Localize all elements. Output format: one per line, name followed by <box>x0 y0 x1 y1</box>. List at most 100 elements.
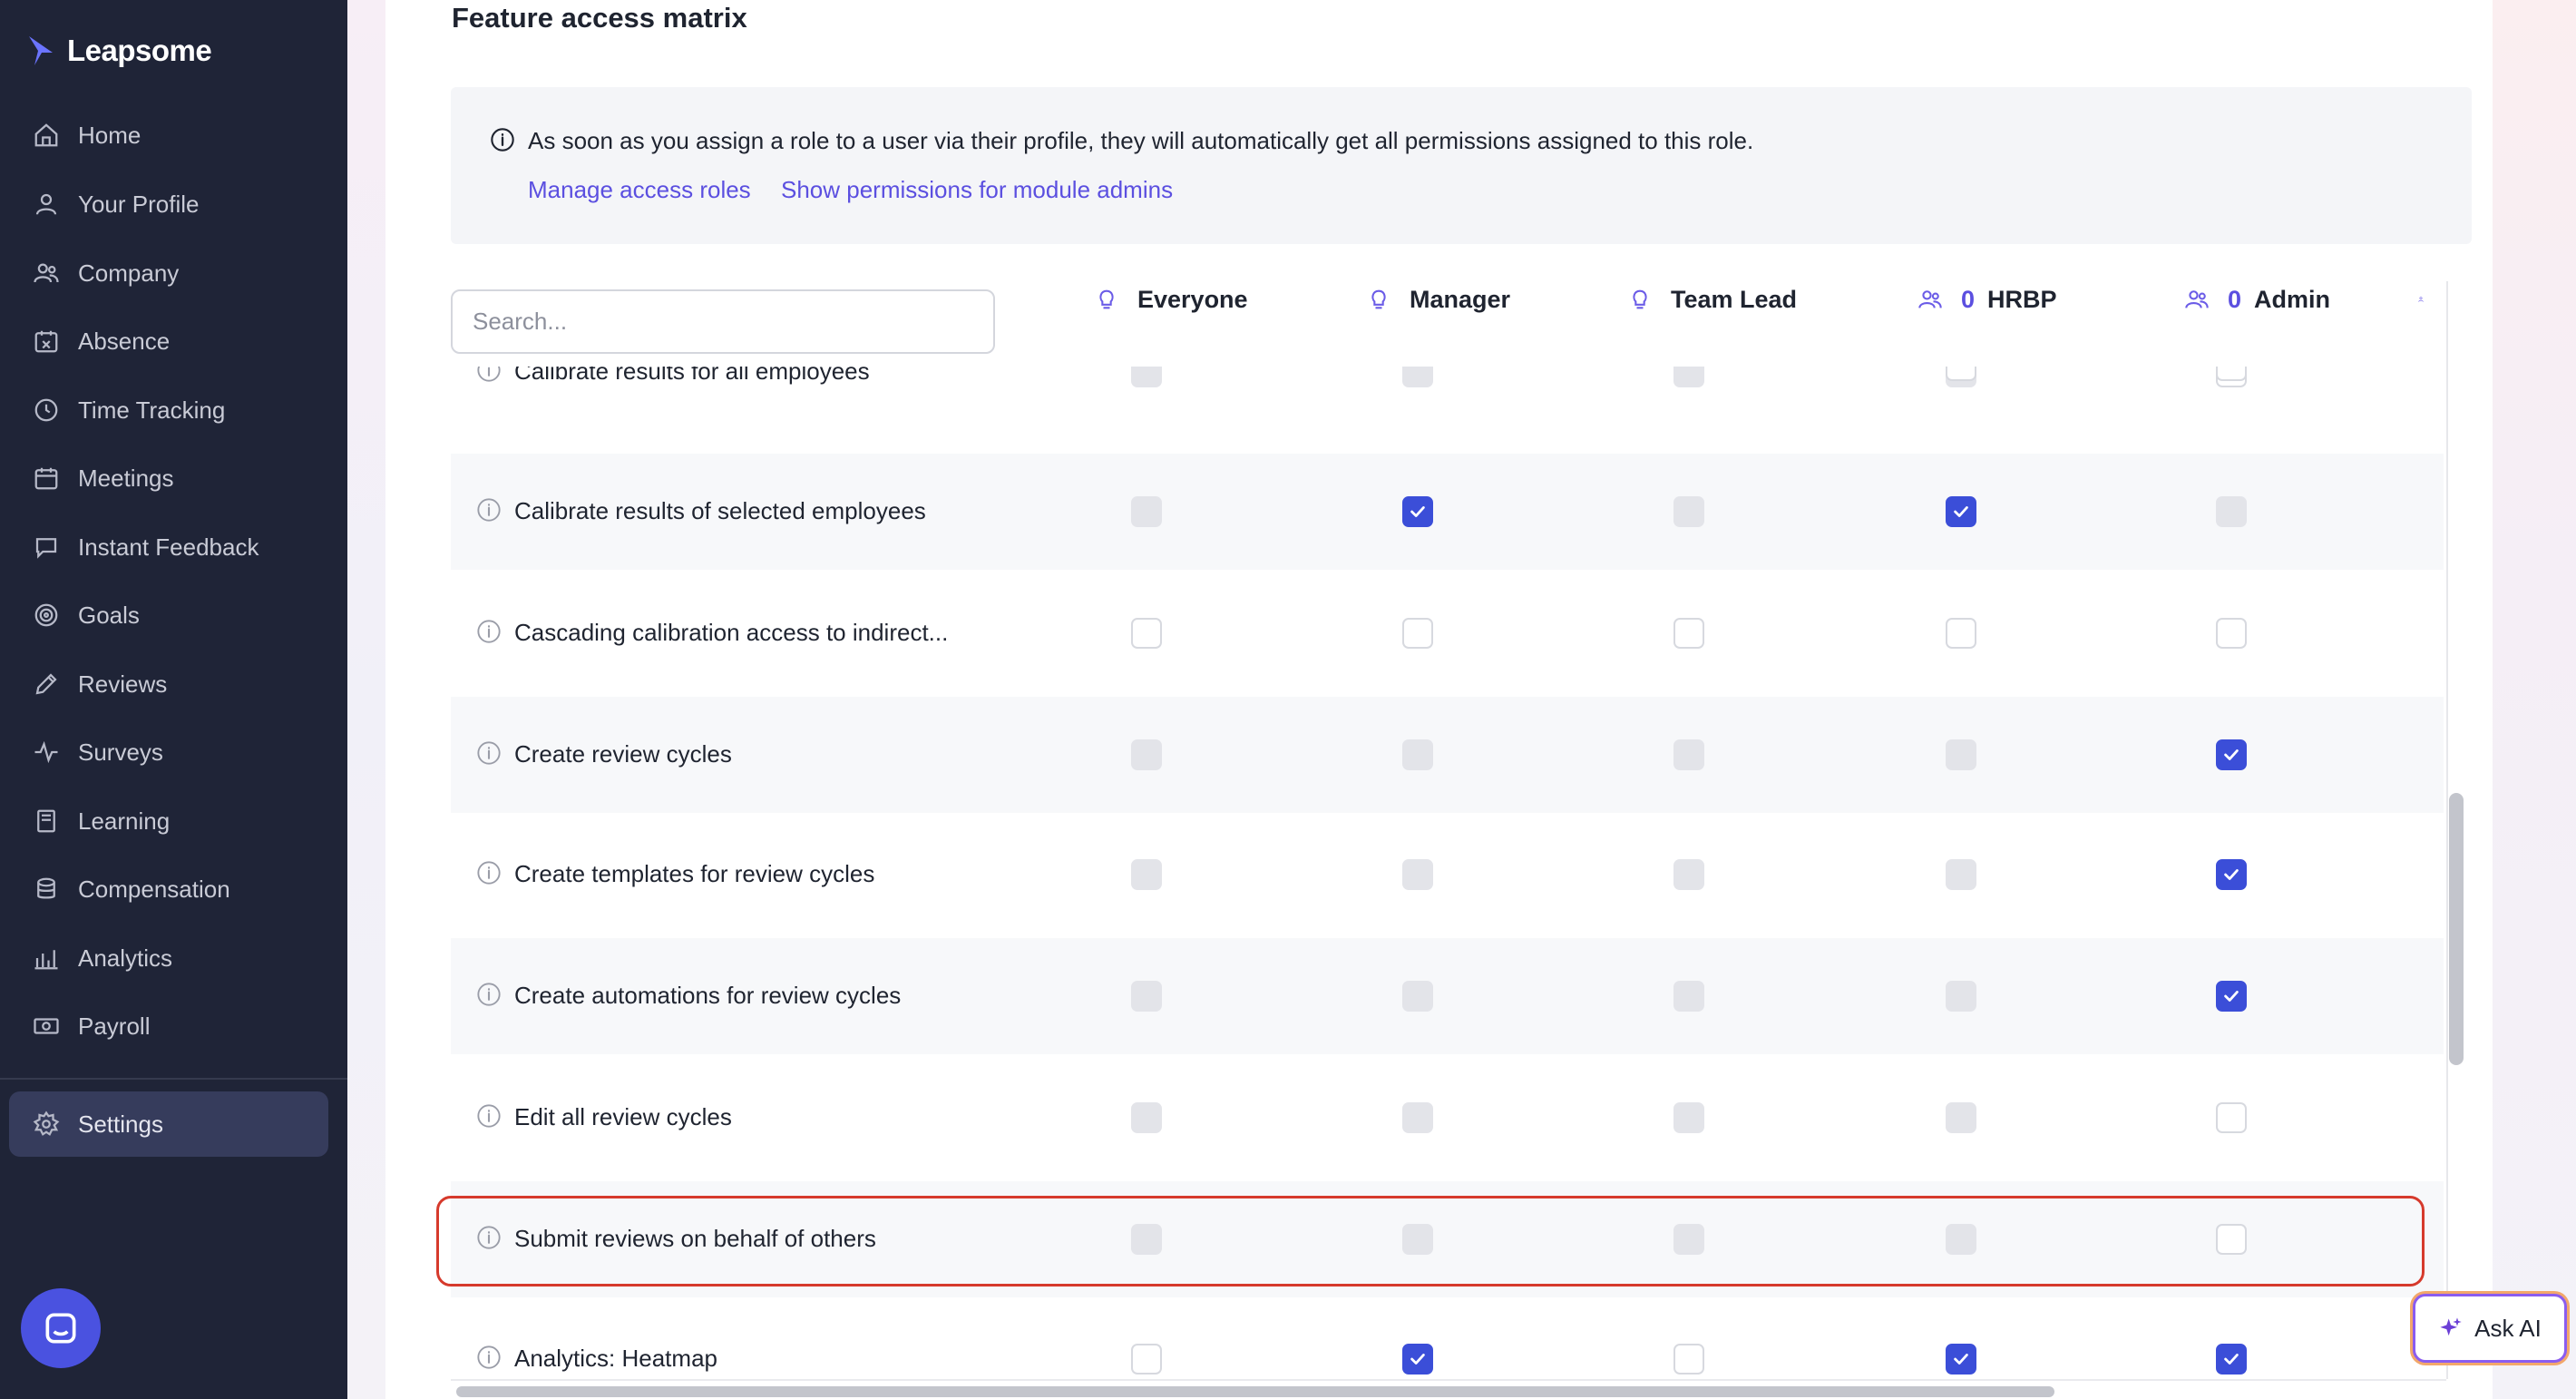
chat-bubble-icon <box>31 532 62 563</box>
info-icon[interactable] <box>476 982 502 1007</box>
permission-checkbox-everyone[interactable] <box>1131 618 1162 649</box>
sidebar-item-company[interactable]: Company <box>9 240 328 306</box>
search-input[interactable] <box>451 289 995 354</box>
checkmark-icon <box>1410 1354 1425 1365</box>
checkmark-icon <box>2224 749 2239 760</box>
users-icon <box>2185 290 2209 308</box>
sidebar-item-settings[interactable]: Settings <box>9 1091 328 1157</box>
permission-checkbox-everyone <box>1131 1102 1162 1133</box>
checkmark-icon <box>1954 1354 1968 1365</box>
sidebar-item-learning[interactable]: Learning <box>9 788 328 854</box>
sidebar-item-reviews[interactable]: Reviews <box>9 651 328 717</box>
permission-checkbox-everyone <box>1131 859 1162 890</box>
bar-chart-icon <box>31 943 62 973</box>
sidebar-item-absence[interactable]: Absence <box>9 308 328 374</box>
info-icon[interactable] <box>476 367 502 383</box>
sidebar-item-surveys[interactable]: Surveys <box>9 719 328 785</box>
permission-checkbox-everyone[interactable] <box>1131 1344 1162 1375</box>
permission-checkbox-everyone <box>1131 496 1162 527</box>
info-icon[interactable] <box>476 1345 502 1370</box>
permission-label: Create templates for review cycles <box>514 860 875 887</box>
permission-checkbox-team-lead <box>1673 739 1704 770</box>
permission-checkbox-hrbp[interactable] <box>1946 496 1976 527</box>
info-text: As soon as you assign a role to a user v… <box>528 127 1754 154</box>
logo[interactable]: Leapsome <box>25 31 212 71</box>
sidebar-item-label: Analytics <box>78 944 173 972</box>
permission-checkbox-manager[interactable] <box>1402 496 1433 527</box>
permission-checkbox-team-lead[interactable] <box>1673 1344 1704 1375</box>
vertical-scrollbar[interactable] <box>2449 793 2464 1065</box>
permission-checkbox-admin <box>2216 496 2247 527</box>
table-row: Create review cycles <box>451 697 2444 813</box>
page-title: Feature access matrix <box>452 2 747 34</box>
permission-checkbox-admin[interactable] <box>2216 367 2247 381</box>
sidebar-item-analytics[interactable]: Analytics <box>9 925 328 991</box>
column-header-next-partial[interactable] <box>2418 281 2444 318</box>
info-icon[interactable] <box>476 860 502 885</box>
member-count: 0 <box>2228 285 2242 313</box>
info-icon[interactable] <box>476 1103 502 1129</box>
banknote-icon <box>31 1011 62 1042</box>
sidebar-item-home[interactable]: Home <box>9 103 328 168</box>
permission-checkbox-manager[interactable] <box>1402 618 1433 649</box>
checkmark-icon <box>1410 506 1425 517</box>
pencil-icon <box>31 669 62 700</box>
permission-label: Calibrate results of selected employees <box>514 497 926 524</box>
info-icon[interactable] <box>476 740 502 766</box>
right-gutter <box>2493 0 2576 1399</box>
permission-checkbox-team-lead <box>1673 859 1704 890</box>
permission-checkbox-admin[interactable] <box>2216 739 2247 770</box>
sidebar-item-goals[interactable]: Goals <box>9 582 328 648</box>
permission-label: Calibrate results for all employees <box>514 367 870 385</box>
column-header-admin[interactable]: 0 Admin <box>2184 281 2330 318</box>
permission-checkbox-manager <box>1402 739 1433 770</box>
permission-checkbox-hrbp[interactable] <box>1946 367 1976 381</box>
sidebar-item-time-tracking[interactable]: Time Tracking <box>9 377 328 443</box>
chat-support-button[interactable] <box>21 1288 101 1368</box>
info-icon <box>491 128 514 152</box>
permission-checkbox-admin[interactable] <box>2216 981 2247 1012</box>
sidebar-item-label: Settings <box>78 1110 163 1138</box>
manage-access-roles-link[interactable]: Manage access roles <box>528 176 751 204</box>
leapsome-logo-icon <box>29 36 53 65</box>
permission-checkbox-hrbp[interactable] <box>1946 618 1976 649</box>
sidebar-item-compensation[interactable]: Compensation <box>9 856 328 922</box>
permission-label: Create automations for review cycles <box>514 982 902 1009</box>
show-module-admin-permissions-link[interactable]: Show permissions for module admins <box>781 176 1173 204</box>
sidebar-item-label: Company <box>78 259 180 287</box>
column-header-team-lead[interactable]: Team Lead <box>1627 281 1797 318</box>
info-icon[interactable] <box>476 497 502 523</box>
sidebar-item-meetings[interactable]: Meetings <box>9 445 328 511</box>
permission-checkbox-admin[interactable] <box>2216 859 2247 890</box>
sidebar-item-payroll[interactable]: Payroll <box>9 993 328 1059</box>
horizontal-scrollbar[interactable] <box>456 1386 2054 1397</box>
permission-checkbox-hrbp <box>1946 981 1976 1012</box>
sidebar-item-instant-feedback[interactable]: Instant Feedback <box>9 514 328 580</box>
column-header-hrbp[interactable]: 0 HRBP <box>1917 281 2057 318</box>
permission-checkbox-admin[interactable] <box>2216 618 2247 649</box>
column-header-manager[interactable]: Manager <box>1366 281 1510 318</box>
table-row: Edit all review cycles <box>451 1060 2444 1176</box>
permission-checkbox-admin[interactable] <box>2216 1102 2247 1133</box>
permission-checkbox-hrbp[interactable] <box>1946 1344 1976 1375</box>
checkmark-icon <box>1954 506 1968 517</box>
home-icon <box>31 120 62 151</box>
permission-label: Edit all review cycles <box>514 1103 732 1130</box>
permission-checkbox-hrbp <box>1946 739 1976 770</box>
permission-checkbox-manager <box>1402 1102 1433 1133</box>
checkmark-icon <box>2224 869 2239 880</box>
sidebar-item-label: Home <box>78 121 141 149</box>
checkmark-icon <box>2224 991 2239 1002</box>
column-name: Everyone <box>1137 285 1248 313</box>
info-icon[interactable] <box>476 619 502 644</box>
sidebar-item-label: Meetings <box>78 464 174 492</box>
permission-checkbox-team-lead[interactable] <box>1673 618 1704 649</box>
sidebar: Leapsome Home Your Profile Company Absen… <box>0 0 347 1399</box>
table-row: Create automations for review cycles <box>451 938 2444 1054</box>
permission-checkbox-admin[interactable] <box>2216 1344 2247 1375</box>
ask-ai-button[interactable]: Ask AI <box>2413 1294 2567 1363</box>
permission-checkbox-manager[interactable] <box>1402 1344 1433 1375</box>
highlighted-row-outline <box>436 1196 2425 1286</box>
sidebar-item-your-profile[interactable]: Your Profile <box>9 171 328 237</box>
column-header-everyone[interactable]: Everyone <box>1094 281 1248 318</box>
